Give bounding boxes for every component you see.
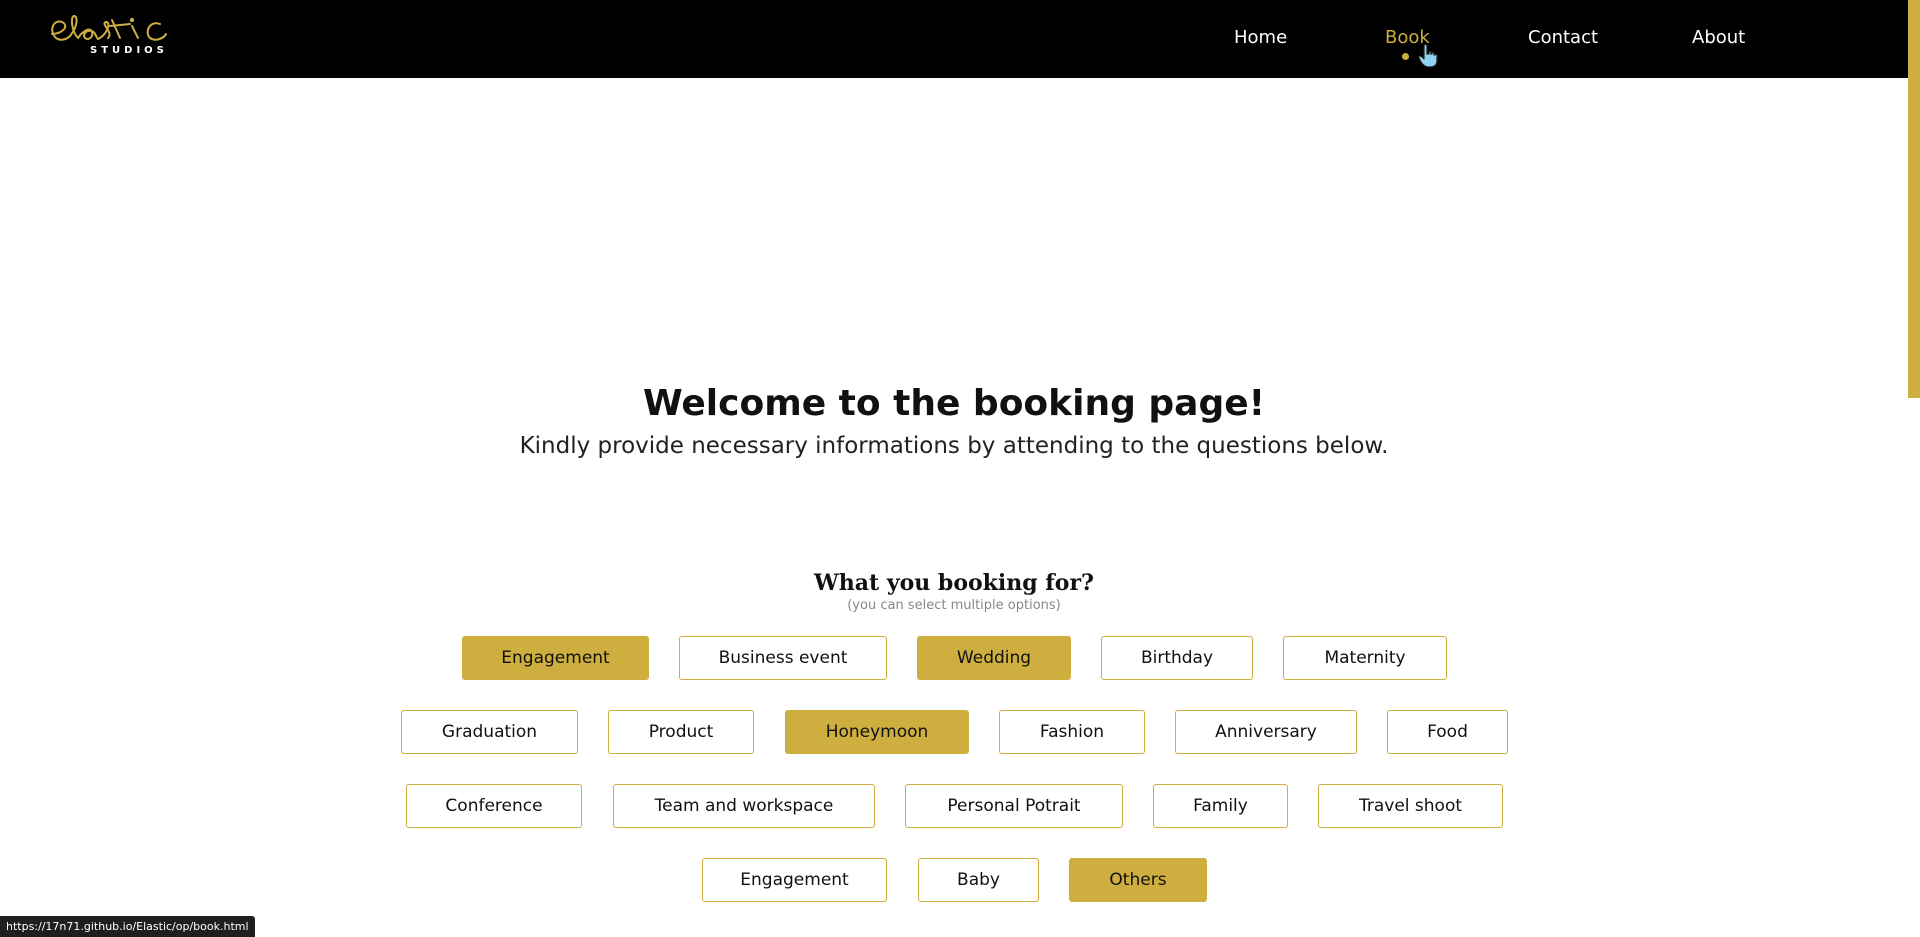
nav-link-about[interactable]: About [1692,26,1745,50]
option-button[interactable]: Engagement [462,636,649,680]
option-button[interactable]: Conference [406,784,582,828]
question-title: What you booking for? [814,570,1094,596]
scrollbar-thumb[interactable] [1908,0,1920,398]
option-button[interactable]: Birthday [1101,636,1253,680]
option-button[interactable]: Wedding [917,636,1071,680]
link-preview-status-bar: https://17n71.github.io/Elastic/op/book.… [0,916,255,937]
option-button[interactable]: Food [1387,710,1508,754]
top-navbar: STUDIOS Home Book Contact About [0,0,1908,78]
option-button[interactable]: Team and workspace [613,784,875,828]
option-button[interactable]: Travel shoot [1318,784,1503,828]
option-button[interactable]: Personal Potrait [905,784,1123,828]
elastic-studios-logo[interactable]: STUDIOS [48,12,204,62]
option-button[interactable]: Engagement [702,858,887,902]
active-nav-indicator [1402,53,1409,60]
option-button[interactable]: Family [1153,784,1288,828]
option-button[interactable]: Fashion [999,710,1145,754]
page-subtitle: Kindly provide necessary informations by… [519,433,1389,459]
option-button[interactable]: Baby [918,858,1039,902]
option-button[interactable]: Business event [679,636,887,680]
nav-link-home[interactable]: Home [1234,26,1287,50]
question-hint: (you can select multiple options) [847,598,1061,613]
option-button[interactable]: Anniversary [1175,710,1357,754]
logo-script-mark [51,15,167,41]
option-button[interactable]: Others [1069,858,1207,902]
logo-subtitle: STUDIOS [90,45,168,56]
page-title: Welcome to the booking page! [642,383,1266,424]
option-button[interactable]: Graduation [401,710,578,754]
option-button[interactable]: Honeymoon [785,710,969,754]
hand-pointer-icon [1418,43,1438,68]
option-button[interactable]: Maternity [1283,636,1447,680]
option-button[interactable]: Product [608,710,754,754]
nav-link-contact[interactable]: Contact [1528,26,1598,50]
page-scrollbar[interactable] [1908,0,1920,937]
